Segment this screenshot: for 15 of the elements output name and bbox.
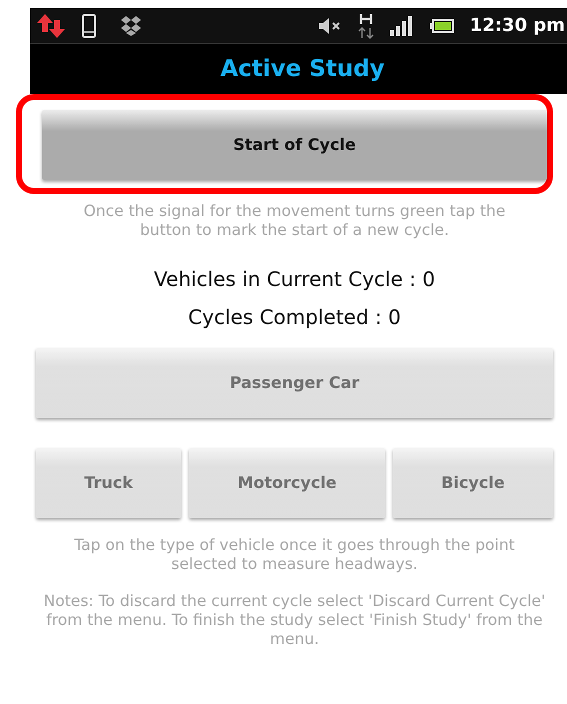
box-icon xyxy=(120,14,142,36)
mute-icon xyxy=(318,16,342,34)
counter-text: Cycles Completed : 0 xyxy=(187,304,402,331)
transfer-icon xyxy=(36,12,66,40)
tablet-icon xyxy=(82,14,96,38)
app-title: Active Study xyxy=(220,54,385,84)
hint-text: Once the signal for the movement turns green tap the button to mark the start of a new cycle. xyxy=(82,202,506,240)
hint-text: Tap on the type of vehicle once it goes through the point selected to measure headways. xyxy=(73,536,516,574)
clock: 12:30 pm xyxy=(470,14,565,38)
start-button[interactable]: Start of Cycle xyxy=(42,110,547,180)
battery-icon xyxy=(430,18,454,32)
signal-icon xyxy=(390,16,414,36)
counter-text: Vehicles in Current Cycle : 0 xyxy=(152,266,436,293)
data-arrows-icon xyxy=(358,12,374,38)
notes-text: Notes: To discard the current cycle select 'Discard Current Cycle' from the menu. To finish the study select 'Finish Study' from the menu. xyxy=(42,592,546,649)
